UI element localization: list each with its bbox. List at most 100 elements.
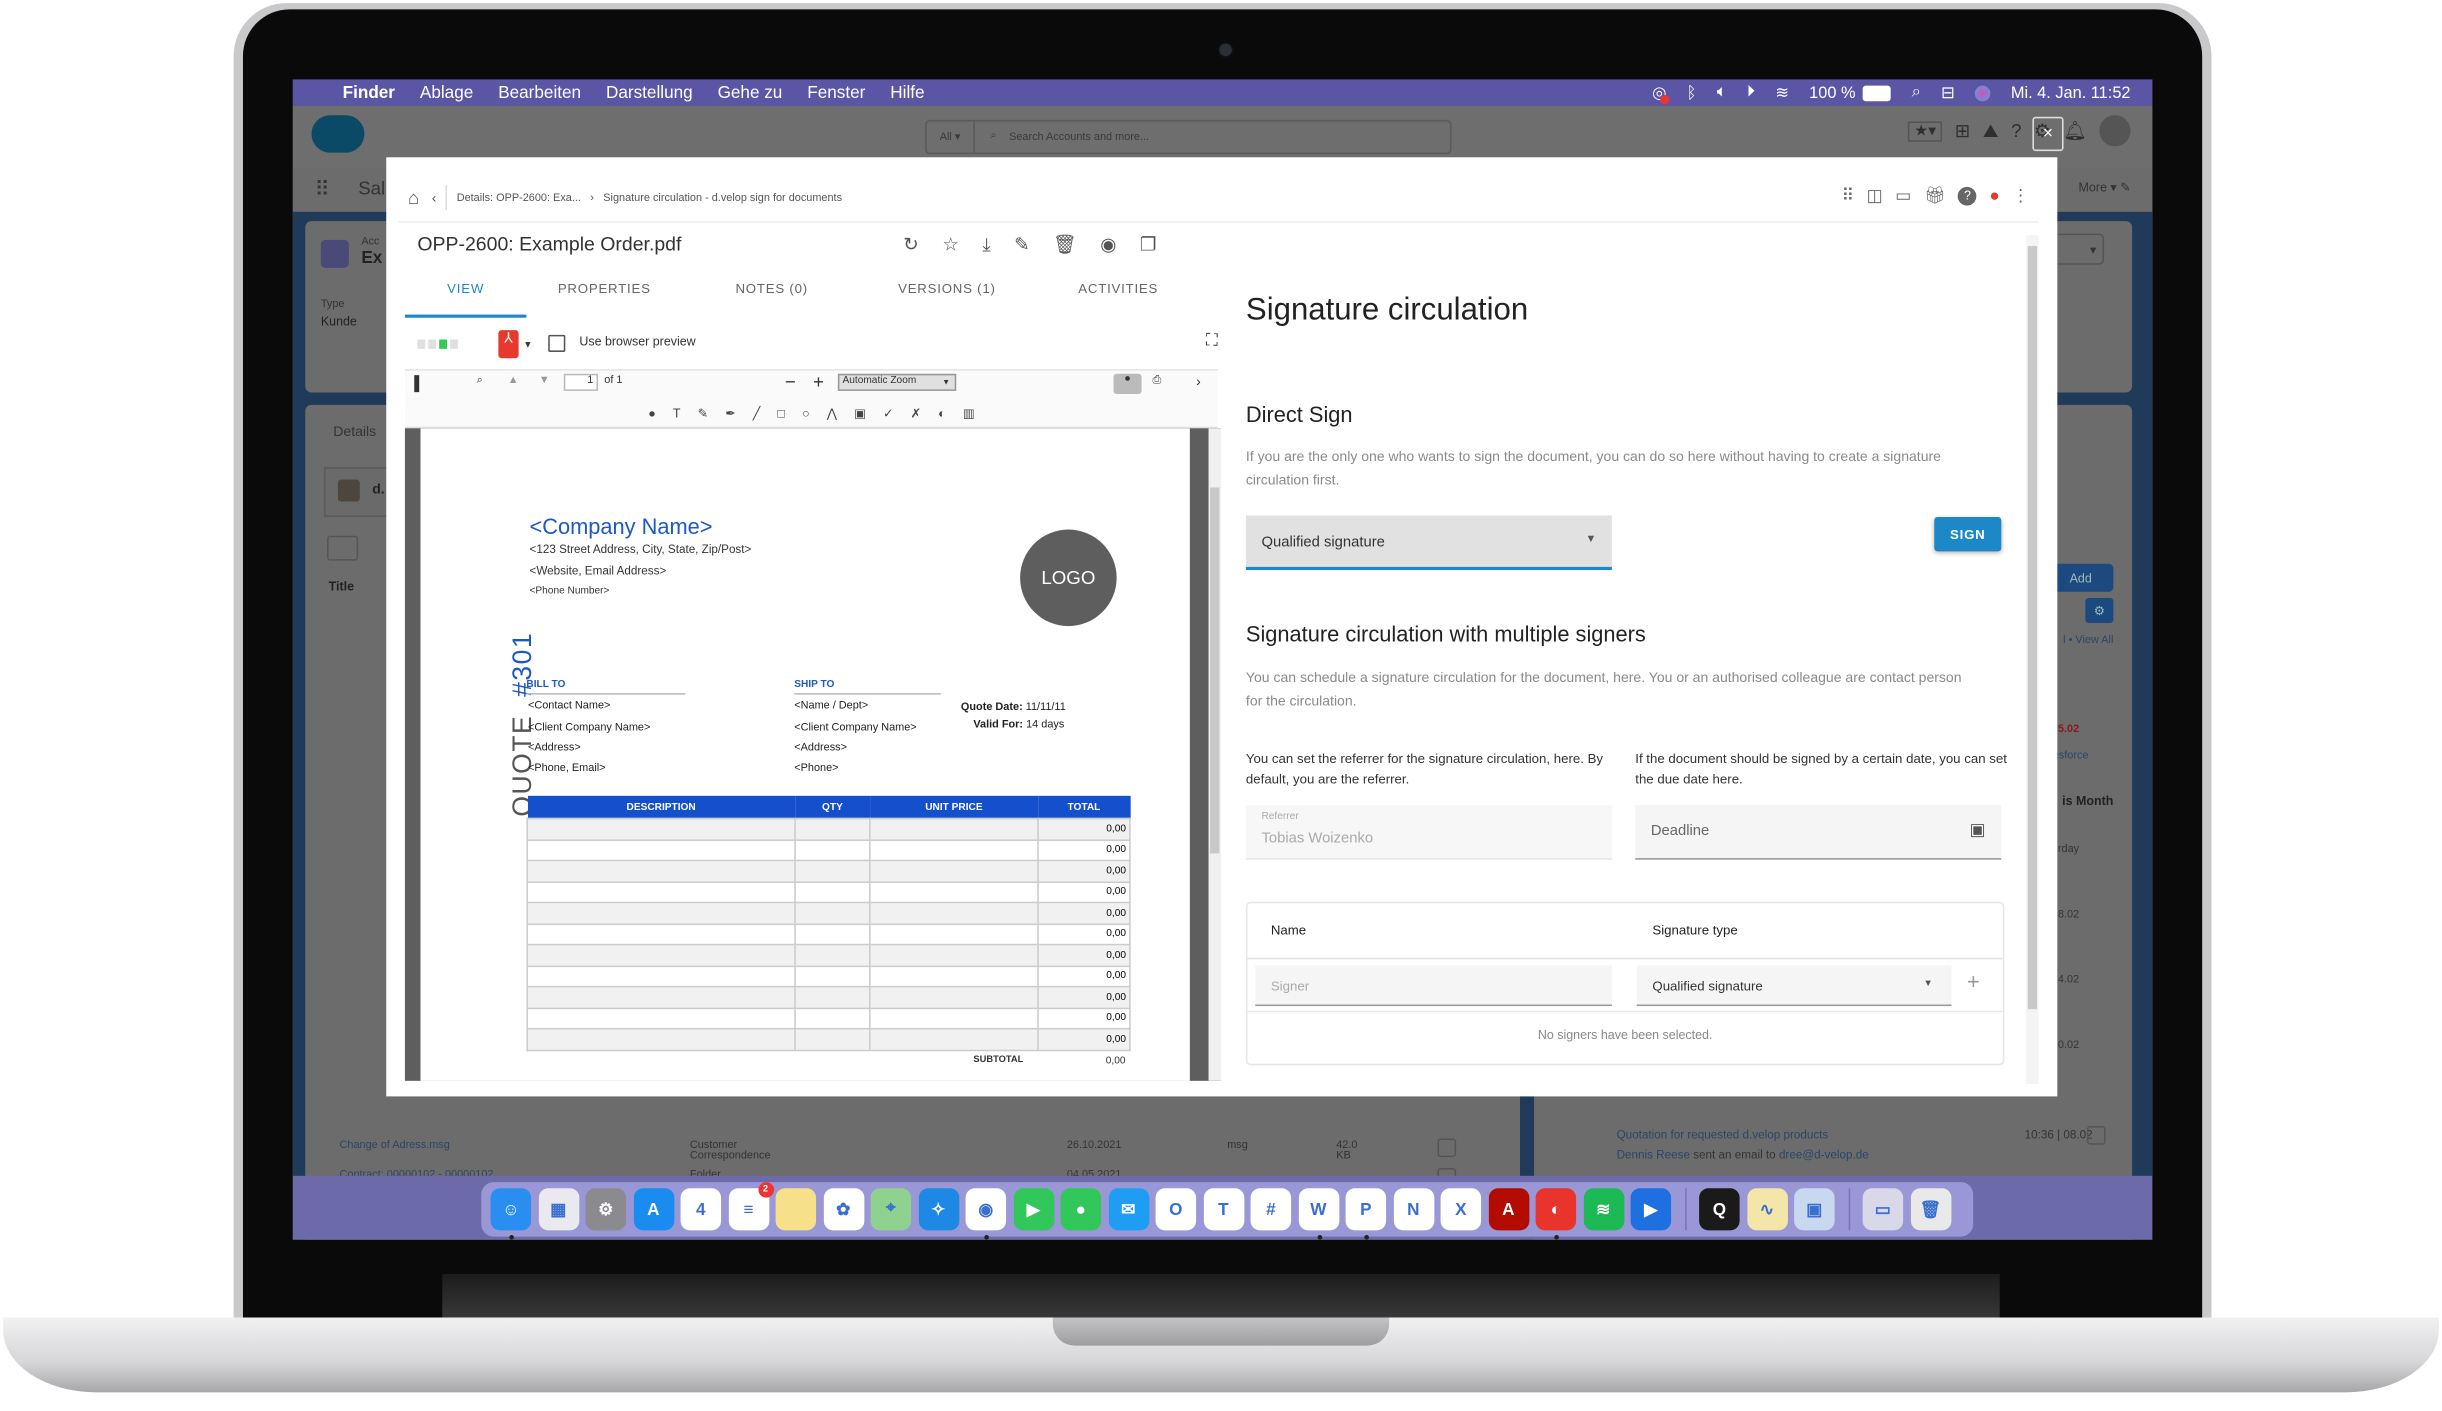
page-number-input[interactable]: 1 (563, 373, 599, 391)
favorites-icon[interactable]: ★▾ (1908, 120, 1943, 141)
download-icon[interactable]: ⤓ (982, 234, 990, 257)
user-avatar[interactable] (2099, 115, 2131, 147)
notifications-bell-icon[interactable]: 🔔︎ (2063, 120, 2087, 142)
image-icon[interactable]: ▣ (854, 406, 866, 420)
bluetooth-icon[interactable]: ᛒ (1687, 83, 1697, 102)
zoom-select[interactable]: Automatic Zoom ▼ (837, 373, 957, 391)
more-vertical-icon[interactable]: ⋮ (2012, 185, 2029, 206)
rectangle-icon[interactable]: □ (777, 406, 785, 420)
siri-icon[interactable] (1975, 84, 1991, 101)
dock-photos-icon[interactable]: ✿ (823, 1188, 864, 1231)
tab-versions[interactable]: VERSIONS (1) (861, 280, 1032, 314)
file-name[interactable]: Change of Adress.msg (340, 1140, 450, 1151)
direct-sign-type-select[interactable]: Qualified signature ▼ (1245, 515, 1612, 571)
line-icon[interactable]: ╱ (753, 406, 761, 420)
dock-app-store-icon[interactable]: A (633, 1188, 674, 1231)
home-icon[interactable]: ⌂ (408, 187, 419, 209)
dock-reminders-icon[interactable]: ≡ 2 (728, 1182, 774, 1231)
add-signer-plus-icon[interactable]: + (1967, 969, 1980, 994)
dock-quicktime-icon[interactable]: Q (1699, 1188, 1740, 1231)
dock-safari-icon[interactable]: ✧ (918, 1188, 959, 1231)
check-icon[interactable]: ✓ (883, 406, 893, 420)
contrast-icon[interactable]: ◐ (938, 406, 946, 420)
text-icon[interactable]: T (673, 406, 681, 420)
dock-teams-icon[interactable]: T (1203, 1188, 1244, 1231)
menu-clock[interactable]: Mi. 4. Jan. 11:52 (2011, 83, 2131, 102)
marker-icon[interactable]: ✒ (725, 406, 735, 420)
dock-excel-icon[interactable]: X (1440, 1188, 1482, 1231)
dock-word-icon[interactable]: W (1298, 1188, 1339, 1240)
delete-trash-icon[interactable]: 🗑︎ (1053, 234, 1077, 257)
refresh-icon[interactable]: ↻ (903, 234, 919, 257)
nav-more-menu[interactable]: More ▾ ✎ (2078, 181, 2130, 195)
view-all-link[interactable]: l • View All (2063, 635, 2113, 646)
dock-pdf-expert-icon[interactable]: ◐ (1535, 1188, 1577, 1240)
sign-button[interactable]: SIGN (1934, 517, 2002, 552)
dock-mail-icon[interactable]: ✉ (1108, 1188, 1149, 1231)
polyline-icon[interactable]: ⋀ (827, 406, 837, 420)
dock-onenote-icon[interactable]: N (1393, 1188, 1434, 1231)
save-icon[interactable]: ▥ (963, 406, 975, 420)
zoom-out-icon[interactable]: − (785, 371, 796, 393)
control-center-icon[interactable]: ⊟ (1941, 83, 1955, 102)
title-column-header[interactable]: Title (329, 579, 354, 593)
breadcrumb-parent[interactable]: Details: OPP-2600: Exa... (457, 192, 581, 203)
volume-icon[interactable]: 🔈︎ (1717, 83, 1727, 103)
search-scope[interactable]: All (940, 132, 952, 143)
menu-item-gehe-zu[interactable]: Gehe zu (718, 83, 783, 102)
scrollbar-thumb[interactable] (1210, 487, 1220, 854)
dock-grapher-icon[interactable]: ∿ (1746, 1188, 1788, 1231)
dock-slack-icon[interactable]: # (1250, 1188, 1292, 1231)
dock-spotify-icon[interactable]: ≋ (1583, 1188, 1624, 1231)
browser-preview-label[interactable]: Use browser preview (579, 335, 695, 349)
more-tools-chevron-icon[interactable]: › (1196, 374, 1201, 390)
dock-finder-icon[interactable]: ☺ (490, 1188, 532, 1240)
file-row[interactable]: Change of Adress.msg Customer Correspond… (340, 1138, 1457, 1162)
panel-scrollbar[interactable] (2026, 235, 2039, 1084)
wifi-icon[interactable]: ≋ (1775, 83, 1789, 102)
menu-item-darstellung[interactable]: Darstellung (606, 83, 693, 102)
help-icon[interactable]: ? (2011, 120, 2021, 142)
dock-chrome-icon[interactable]: ◉ (965, 1188, 1007, 1240)
details-tab[interactable]: Details (333, 424, 376, 440)
feed-title[interactable]: Quotation for requested d.velop products (1617, 1128, 1829, 1142)
tab-view[interactable]: VIEW (404, 280, 527, 318)
browser-preview-checkbox[interactable] (548, 334, 566, 352)
screen-recording-icon[interactable]: ◎ (1652, 83, 1670, 104)
ellipse-icon[interactable]: ○ (802, 406, 810, 420)
now-playing-icon[interactable]: ⏵ (1747, 83, 1755, 103)
print-icon[interactable]: ⎙ (1152, 375, 1161, 387)
dock-calendar-icon[interactable]: 4 (680, 1188, 722, 1231)
menu-item-ablage[interactable]: Ablage (420, 83, 473, 102)
dock-sky-icon[interactable]: ▶ (1630, 1188, 1672, 1231)
tab-notes[interactable]: NOTES (0) (682, 280, 861, 314)
dock-launchpad-icon[interactable]: ▦ (538, 1188, 579, 1231)
signer-input[interactable]: Signer (1255, 965, 1612, 1007)
activity-settings-gear-icon[interactable]: ⚙ (2085, 598, 2114, 623)
annotations-toggle-icon[interactable]: ● (1113, 373, 1142, 395)
dock-system-preferences-icon[interactable]: ⚙ (585, 1188, 627, 1231)
add-button[interactable]: Add (2047, 563, 2114, 592)
new-folder-button[interactable] (327, 535, 359, 561)
row-actions-dropdown[interactable] (1437, 1138, 1457, 1158)
eye-icon[interactable]: ◉ (1100, 234, 1116, 257)
dock-maps-icon[interactable]: ⌖ (870, 1188, 912, 1231)
pdf-viewer[interactable]: <Company Name> <123 Street Address, City… (404, 428, 1222, 1081)
tab-properties[interactable]: PROPERTIES (526, 280, 682, 314)
dock-facetime-icon[interactable]: ▶ (1013, 1188, 1054, 1231)
dock-outlook-icon[interactable]: O (1155, 1188, 1197, 1231)
menu-item-bearbeiten[interactable]: Bearbeiten (498, 83, 581, 102)
dock-preview-icon[interactable]: ▣ (1794, 1188, 1835, 1231)
pdf-viewer-select-icon[interactable]: ⅄ (498, 330, 519, 359)
referrer-field[interactable]: Referrer Tobias Woizenko (1245, 805, 1612, 860)
pdf-scrollbar[interactable] (1208, 428, 1222, 1081)
battery-icon[interactable] (1863, 84, 1892, 101)
next-page-icon[interactable]: ▼ (539, 375, 550, 386)
menu-item-fenster[interactable]: Fenster (807, 83, 865, 102)
global-search[interactable]: All ▾ ⌕ Search Accounts and more... (925, 119, 1452, 155)
comment-icon[interactable]: ● (648, 406, 656, 420)
menu-app-name[interactable]: Finder (343, 83, 395, 102)
sidebar-toggle-icon[interactable]: ▌ (414, 375, 424, 391)
dock-notes-icon[interactable] (775, 1188, 817, 1231)
favorite-star-icon[interactable]: ☆ (942, 234, 959, 257)
